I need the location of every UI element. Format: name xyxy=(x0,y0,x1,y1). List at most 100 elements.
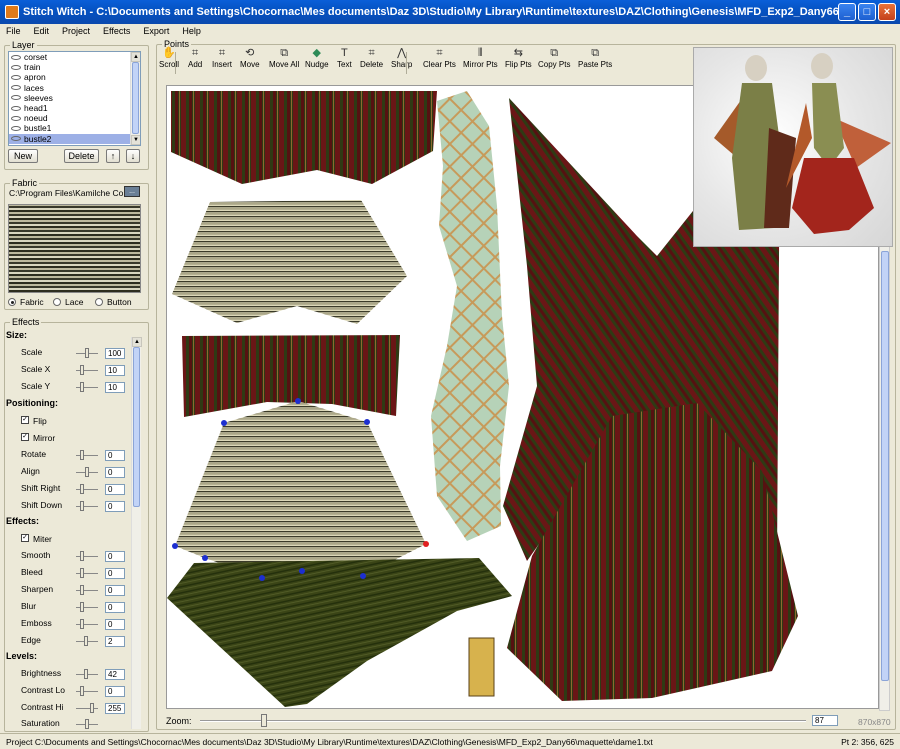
layer-list[interactable]: corset train apron laces sleeves head1 n… xyxy=(8,51,141,146)
layer-item-noeud[interactable]: noeud xyxy=(9,113,140,123)
move-up-icon[interactable]: ↑ xyxy=(106,149,120,163)
rotate-value[interactable]: 0 xyxy=(105,450,125,461)
tool-move[interactable]: ⟲ Move xyxy=(240,46,260,76)
eye-icon[interactable] xyxy=(11,125,21,131)
pattern-piece-bow[interactable] xyxy=(468,637,495,697)
layer-item-bustle1[interactable]: bustle1 xyxy=(9,123,140,133)
contrasthi-value[interactable]: 255 xyxy=(105,703,125,714)
menu-edit[interactable]: Edit xyxy=(34,26,50,36)
scroll-thumb[interactable] xyxy=(133,347,140,507)
tool-paste-pts[interactable]: ⧉ Paste Pts xyxy=(578,46,612,76)
tool-nudge[interactable]: ◆ Nudge xyxy=(305,46,329,76)
browse-fabric-button[interactable]: ... xyxy=(124,186,140,197)
zoom-slider[interactable] xyxy=(260,714,267,727)
contrastlo-slider[interactable] xyxy=(76,686,98,696)
tool-sharp[interactable]: ⋀ Sharp xyxy=(391,46,412,76)
menu-project[interactable]: Project xyxy=(62,26,90,36)
scroll-down-icon[interactable]: ▼ xyxy=(131,135,140,145)
radio-fabric[interactable]: Fabric xyxy=(8,297,44,307)
scaley-value[interactable]: 10 xyxy=(105,382,125,393)
radio-lace[interactable]: Lace xyxy=(53,297,83,307)
shiftright-slider[interactable] xyxy=(76,484,98,494)
radio-button[interactable]: Button xyxy=(95,297,132,307)
pattern-piece-cream-top[interactable] xyxy=(172,200,407,324)
minimize-button[interactable]: _ xyxy=(838,3,856,21)
maximize-button[interactable]: □ xyxy=(858,3,876,21)
align-value[interactable]: 0 xyxy=(105,467,125,478)
tool-copy-pts[interactable]: ⧉ Copy Pts xyxy=(538,46,570,76)
align-slider[interactable] xyxy=(76,467,98,477)
contrasthi-slider[interactable] xyxy=(76,703,98,713)
pattern-piece-cream-skirt[interactable] xyxy=(175,401,426,578)
scale-value[interactable]: 100 xyxy=(105,348,125,359)
emboss-slider[interactable] xyxy=(76,619,98,629)
layer-list-scrollbar[interactable]: ▲ ▼ xyxy=(130,52,140,145)
mirror-checkbox[interactable]: ✓ xyxy=(21,433,29,441)
edit-point[interactable] xyxy=(202,555,208,561)
contrastlo-value[interactable]: 0 xyxy=(105,686,125,697)
eye-icon[interactable] xyxy=(11,136,21,142)
tool-clear-pts[interactable]: ⌗ Clear Pts xyxy=(423,46,456,76)
menu-help[interactable]: Help xyxy=(182,26,201,36)
tool-insert[interactable]: ⌗ Insert xyxy=(212,46,232,76)
scroll-up-icon[interactable]: ▲ xyxy=(131,52,140,62)
edge-value[interactable]: 2 xyxy=(105,636,125,647)
edge-slider[interactable] xyxy=(76,636,98,646)
tool-flip-pts[interactable]: ⇆ Flip Pts xyxy=(505,46,532,76)
eye-icon[interactable] xyxy=(11,74,21,80)
pattern-piece-olive[interactable] xyxy=(167,558,512,707)
layer-item-bustle2[interactable]: bustle2 xyxy=(9,133,140,144)
scroll-thumb[interactable] xyxy=(132,62,139,134)
eye-icon[interactable] xyxy=(11,105,21,111)
eye-icon[interactable] xyxy=(11,115,21,121)
sharpen-value[interactable]: 0 xyxy=(105,585,125,596)
shiftright-value[interactable]: 0 xyxy=(105,484,125,495)
tool-move-all[interactable]: ⧉ Move All xyxy=(269,46,299,76)
tool-text[interactable]: T Text xyxy=(337,46,352,76)
rotate-slider[interactable] xyxy=(76,450,98,460)
brightness-slider[interactable] xyxy=(76,669,98,679)
scroll-thumb[interactable] xyxy=(881,251,889,681)
fabric-swatch[interactable] xyxy=(8,204,141,293)
tool-mirror-pts[interactable]: ⫴ Mirror Pts xyxy=(463,46,498,76)
layer-item-laces[interactable]: laces xyxy=(9,83,140,93)
sharpen-slider[interactable] xyxy=(76,585,98,595)
edit-point[interactable] xyxy=(259,575,265,581)
effects-scrollbar[interactable]: ▲ xyxy=(131,337,142,729)
layer-item-corset[interactable]: corset xyxy=(9,52,140,62)
move-down-icon[interactable]: ↓ xyxy=(126,149,140,163)
smooth-slider[interactable] xyxy=(76,551,98,561)
edit-point[interactable] xyxy=(221,420,227,426)
delete-layer-button[interactable]: Delete xyxy=(64,149,99,163)
miter-checkbox[interactable]: ✓ xyxy=(21,534,29,542)
pattern-piece-top-band[interactable] xyxy=(171,91,437,184)
menu-export[interactable]: Export xyxy=(143,26,169,36)
menu-file[interactable]: File xyxy=(6,26,21,36)
tool-add[interactable]: ⌗ Add xyxy=(188,46,202,76)
layer-item-train[interactable]: train xyxy=(9,62,140,72)
saturation-slider[interactable] xyxy=(76,719,98,729)
blur-slider[interactable] xyxy=(76,602,98,612)
layer-item-sleeves[interactable]: sleeves xyxy=(9,93,140,103)
eye-icon[interactable] xyxy=(11,85,21,91)
edit-point[interactable] xyxy=(172,543,178,549)
eye-icon[interactable] xyxy=(11,64,21,70)
edit-point[interactable] xyxy=(295,398,301,404)
layer-item-apron[interactable]: apron xyxy=(9,72,140,82)
scalex-value[interactable]: 10 xyxy=(105,365,125,376)
zoom-value[interactable]: 87 xyxy=(812,715,838,726)
emboss-value[interactable]: 0 xyxy=(105,619,125,630)
scalex-slider[interactable] xyxy=(76,365,98,375)
scaley-slider[interactable] xyxy=(76,382,98,392)
menu-effects[interactable]: Effects xyxy=(103,26,130,36)
edit-point[interactable] xyxy=(360,573,366,579)
bleed-slider[interactable] xyxy=(76,568,98,578)
eye-icon[interactable] xyxy=(11,54,21,60)
shiftdown-value[interactable]: 0 xyxy=(105,501,125,512)
tool-delete[interactable]: ⌗ Delete xyxy=(360,46,383,76)
edit-point[interactable] xyxy=(299,568,305,574)
flip-checkbox[interactable]: ✓ xyxy=(21,416,29,424)
smooth-value[interactable]: 0 xyxy=(105,551,125,562)
brightness-value[interactable]: 42 xyxy=(105,669,125,680)
eye-icon[interactable] xyxy=(11,95,21,101)
